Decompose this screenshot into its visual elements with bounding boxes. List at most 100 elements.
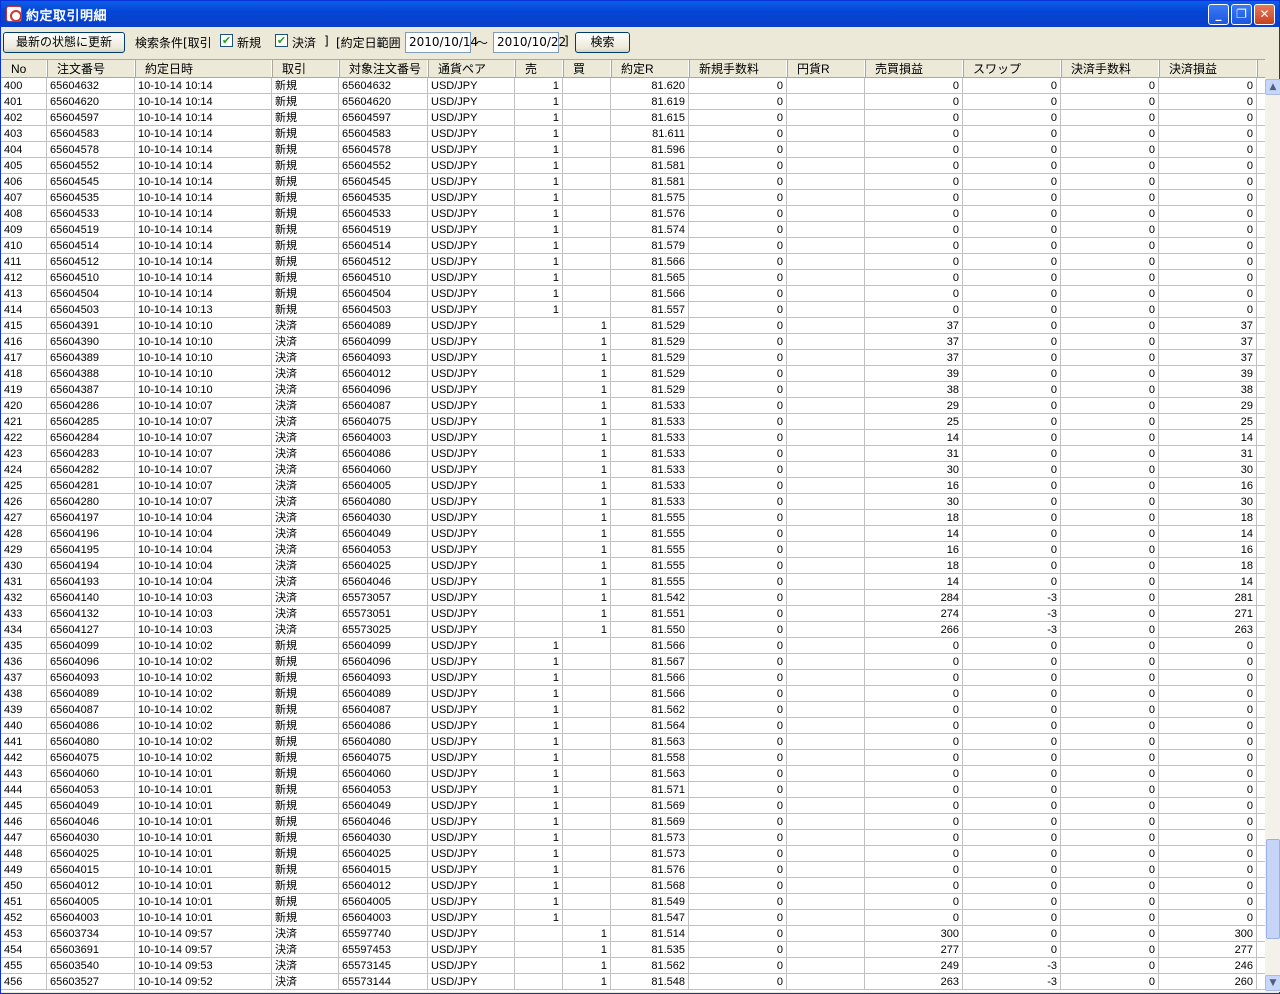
table-row[interactable]: 411 65604512 10-10-14 10:14 新規 65604512 USD/J… (1, 254, 1265, 270)
table-row[interactable]: 424 65604282 10-10-14 10:07 決済 65604060 USD/J… (1, 462, 1265, 478)
scroll-thumb[interactable] (1266, 839, 1280, 939)
table-row[interactable]: 451 65604005 10-10-14 10:01 新規 65604005 USD/J… (1, 894, 1265, 910)
table-cell: 0 (1061, 510, 1159, 525)
table-row[interactable]: 425 65604281 10-10-14 10:07 決済 65604005 USD/J… (1, 478, 1265, 494)
close-button[interactable]: ✕ (1254, 3, 1275, 25)
table-row[interactable]: 433 65604132 10-10-14 10:03 決済 65573051 USD/J… (1, 606, 1265, 622)
minimize-button[interactable]: _ (1208, 3, 1229, 25)
column-header[interactable]: 取引 (272, 60, 339, 77)
table-row[interactable]: 412 65604510 10-10-14 10:14 新規 65604510 USD/J… (1, 270, 1265, 286)
table-row[interactable]: 428 65604196 10-10-14 10:04 決済 65604049 USD/J… (1, 526, 1265, 542)
table-row[interactable]: 418 65604388 10-10-14 10:10 決済 65604012 USD/J… (1, 366, 1265, 382)
date-from-input[interactable]: 2010/10/14 (405, 32, 478, 53)
table-row[interactable]: 416 65604390 10-10-14 10:10 決済 65604099 USD/J… (1, 334, 1265, 350)
table-row[interactable]: 415 65604391 10-10-14 10:10 決済 65604089 USD/J… (1, 318, 1265, 334)
table-cell (787, 478, 865, 493)
table-row[interactable]: 455 65603540 10-10-14 09:53 決済 65573145 USD/J… (1, 958, 1265, 974)
table-row[interactable]: 447 65604030 10-10-14 10:01 新規 65604030 USD/J… (1, 830, 1265, 846)
table-row[interactable]: 439 65604087 10-10-14 10:02 新規 65604087 USD/J… (1, 702, 1265, 718)
vertical-scrollbar[interactable]: ▲ ▼ (1265, 79, 1280, 992)
column-header[interactable]: 売 (515, 60, 563, 77)
table-row[interactable]: 452 65604003 10-10-14 10:01 新規 65604003 USD/J… (1, 910, 1265, 926)
table-row[interactable]: 435 65604099 10-10-14 10:02 新規 65604099 USD/J… (1, 638, 1265, 654)
column-header[interactable]: 注文番号 (47, 60, 135, 77)
column-header[interactable]: 約定R (611, 60, 689, 77)
table-cell: 0 (689, 238, 787, 253)
table-row[interactable]: 446 65604046 10-10-14 10:01 新規 65604046 USD/J… (1, 814, 1265, 830)
table-cell (563, 126, 611, 141)
table-cell (515, 510, 563, 525)
table-row[interactable]: 419 65604387 10-10-14 10:10 決済 65604096 USD/J… (1, 382, 1265, 398)
column-header[interactable]: No (1, 60, 47, 77)
column-header[interactable]: 円貨R (787, 60, 865, 77)
table-row[interactable]: 423 65604283 10-10-14 10:07 決済 65604086 USD/J… (1, 446, 1265, 462)
table-cell: 決済 (272, 526, 339, 541)
settle-checkbox[interactable]: ✔ (275, 34, 288, 47)
table-row[interactable]: 443 65604060 10-10-14 10:01 新規 65604060 USD/J… (1, 766, 1265, 782)
table-row[interactable]: 401 65604620 10-10-14 10:14 新規 65604620 USD/J… (1, 94, 1265, 110)
column-header[interactable]: 約定日時 (135, 60, 272, 77)
table-row[interactable]: 453 65603734 10-10-14 09:57 決済 65597740 USD/J… (1, 926, 1265, 942)
table-row[interactable]: 400 65604632 10-10-14 10:14 新規 65604632 USD/J… (1, 78, 1265, 94)
table-row[interactable]: 427 65604197 10-10-14 10:04 決済 65604030 USD/J… (1, 510, 1265, 526)
table-row[interactable]: 417 65604389 10-10-14 10:10 決済 65604093 USD/J… (1, 350, 1265, 366)
column-header[interactable]: 通貨ペア (428, 60, 515, 77)
table-cell: 428 (1, 526, 47, 541)
table-row[interactable]: 429 65604195 10-10-14 10:04 決済 65604053 USD/J… (1, 542, 1265, 558)
column-header[interactable]: 決済手数料 (1061, 60, 1159, 77)
new-checkbox[interactable]: ✔ (220, 34, 233, 47)
maximize-button[interactable]: ❐ (1231, 3, 1252, 25)
table-cell: USD/JPY (428, 958, 515, 973)
column-header[interactable]: 決済損益 (1159, 60, 1257, 77)
search-button[interactable]: 検索 (575, 32, 630, 53)
table-row[interactable]: 442 65604075 10-10-14 10:02 新規 65604075 USD/J… (1, 750, 1265, 766)
scroll-down-icon[interactable]: ▼ (1265, 975, 1280, 991)
table-row[interactable]: 414 65604503 10-10-14 10:13 新規 65604503 USD/J… (1, 302, 1265, 318)
table-row[interactable]: 420 65604286 10-10-14 10:07 決済 65604087 USD/J… (1, 398, 1265, 414)
table-row[interactable]: 421 65604285 10-10-14 10:07 決済 65604075 USD/J… (1, 414, 1265, 430)
table-row[interactable]: 410 65604514 10-10-14 10:14 新規 65604514 USD/J… (1, 238, 1265, 254)
table-row[interactable]: 450 65604012 10-10-14 10:01 新規 65604012 USD/J… (1, 878, 1265, 894)
table-row[interactable]: 432 65604140 10-10-14 10:03 決済 65573057 USD/J… (1, 590, 1265, 606)
table-row[interactable]: 431 65604193 10-10-14 10:04 決済 65604046 USD/J… (1, 574, 1265, 590)
scroll-up-icon[interactable]: ▲ (1265, 79, 1280, 95)
column-header[interactable]: スワップ (963, 60, 1061, 77)
column-header[interactable]: 買 (563, 60, 611, 77)
table-row[interactable]: 405 65604552 10-10-14 10:14 新規 65604552 USD/J… (1, 158, 1265, 174)
table-row[interactable]: 437 65604093 10-10-14 10:02 新規 65604093 USD/J… (1, 670, 1265, 686)
table-row[interactable]: 402 65604597 10-10-14 10:14 新規 65604597 USD/J… (1, 110, 1265, 126)
table-row[interactable]: 426 65604280 10-10-14 10:07 決済 65604080 USD/J… (1, 494, 1265, 510)
column-header[interactable]: 新規手数料 (689, 60, 787, 77)
table-row[interactable]: 406 65604545 10-10-14 10:14 新規 65604545 USD/J… (1, 174, 1265, 190)
table-row[interactable]: 407 65604535 10-10-14 10:14 新規 65604535 USD/J… (1, 190, 1265, 206)
title-bar[interactable]: 約定取引明細 _ ❐ ✕ (1, 1, 1279, 27)
table-cell: 1 (515, 110, 563, 125)
table-row[interactable]: 454 65603691 10-10-14 09:57 決済 65597453 USD/J… (1, 942, 1265, 958)
table-row[interactable]: 445 65604049 10-10-14 10:01 新規 65604049 USD/J… (1, 798, 1265, 814)
table-row[interactable]: 413 65604504 10-10-14 10:14 新規 65604504 USD/J… (1, 286, 1265, 302)
table-row[interactable]: 434 65604127 10-10-14 10:03 決済 65573025 USD/J… (1, 622, 1265, 638)
column-header[interactable]: 対象注文番号 (339, 60, 428, 77)
table-cell: 1 (515, 750, 563, 765)
table-cell: 10-10-14 10:02 (135, 638, 272, 653)
table-cell: 65604099 (339, 334, 428, 349)
table-row[interactable]: 438 65604089 10-10-14 10:02 新規 65604089 USD/J… (1, 686, 1265, 702)
table-row[interactable]: 440 65604086 10-10-14 10:02 新規 65604086 USD/J… (1, 718, 1265, 734)
table-row[interactable]: 436 65604096 10-10-14 10:02 新規 65604096 USD/J… (1, 654, 1265, 670)
table-row[interactable]: 408 65604533 10-10-14 10:14 新規 65604533 USD/J… (1, 206, 1265, 222)
refresh-button[interactable]: 最新の状態に更新 (3, 32, 125, 53)
table-row[interactable]: 456 65603527 10-10-14 09:52 決済 65573144 USD/J… (1, 974, 1265, 990)
table-row[interactable]: 441 65604080 10-10-14 10:02 新規 65604080 USD/J… (1, 734, 1265, 750)
date-to-input[interactable]: 2010/10/22 (493, 32, 566, 53)
table-row[interactable]: 409 65604519 10-10-14 10:14 新規 65604519 USD/J… (1, 222, 1265, 238)
table-row[interactable]: 404 65604578 10-10-14 10:14 新規 65604578 USD/J… (1, 142, 1265, 158)
table-row[interactable]: 403 65604583 10-10-14 10:14 新規 65604583 USD/J… (1, 126, 1265, 142)
table-row[interactable]: 449 65604015 10-10-14 10:01 新規 65604015 USD/J… (1, 862, 1265, 878)
table-cell: 0 (963, 286, 1061, 301)
table-row[interactable]: 448 65604025 10-10-14 10:01 新規 65604025 USD/J… (1, 846, 1265, 862)
table-row[interactable]: 422 65604284 10-10-14 10:07 決済 65604003 USD/J… (1, 430, 1265, 446)
table-cell: 0 (1159, 910, 1257, 925)
table-row[interactable]: 444 65604053 10-10-14 10:01 新規 65604053 USD/J… (1, 782, 1265, 798)
table-row[interactable]: 430 65604194 10-10-14 10:04 決済 65604025 USD/J… (1, 558, 1265, 574)
column-header[interactable]: 売買損益 (865, 60, 963, 77)
